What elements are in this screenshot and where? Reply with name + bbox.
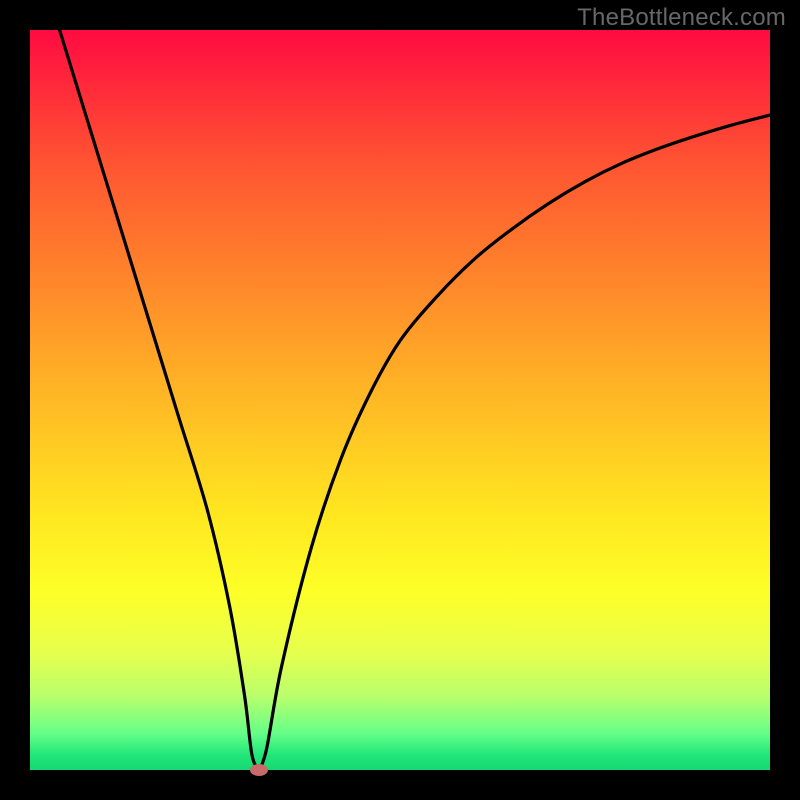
chart-frame: TheBottleneck.com <box>0 0 800 800</box>
watermark-text: TheBottleneck.com <box>577 4 786 32</box>
bottleneck-curve <box>30 30 770 770</box>
minimum-marker <box>250 764 268 776</box>
plot-area <box>30 30 770 770</box>
